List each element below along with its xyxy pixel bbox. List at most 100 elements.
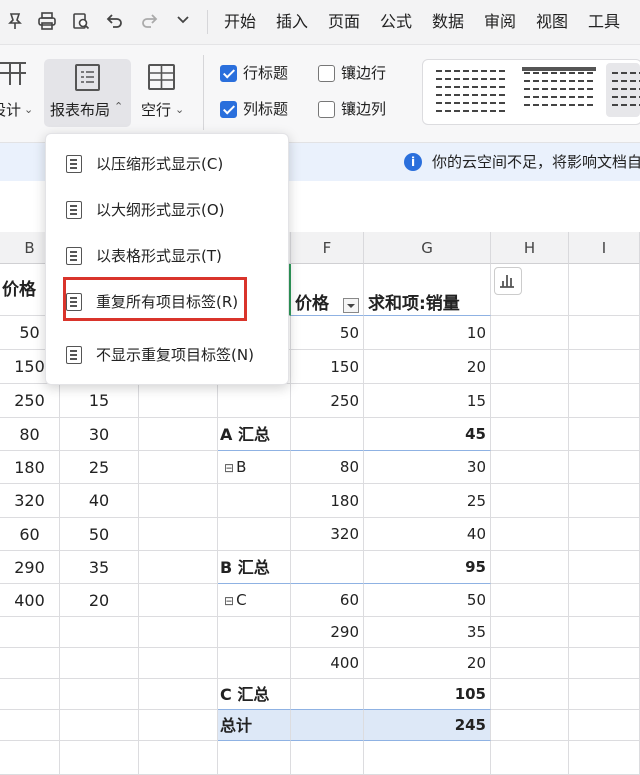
- pivot-price-cell[interactable]: 320: [291, 518, 364, 551]
- pivot-price-cell[interactable]: 50: [291, 316, 364, 350]
- pivot-price-cell[interactable]: 250: [291, 384, 364, 418]
- pivot-label-cell[interactable]: A 汇总: [218, 418, 291, 451]
- pivot-qty-cell[interactable]: 35: [364, 617, 491, 648]
- pivot-header-price[interactable]: 价格: [291, 264, 364, 316]
- chevron-down-icon[interactable]: [172, 11, 194, 33]
- cell[interactable]: [569, 584, 640, 617]
- cell[interactable]: [569, 617, 640, 648]
- pivot-price-cell[interactable]: 180: [291, 484, 364, 518]
- pin-icon[interactable]: [4, 11, 26, 33]
- pivot-label-cell[interactable]: 总计: [218, 710, 291, 741]
- cell[interactable]: [569, 484, 640, 518]
- cell[interactable]: [139, 418, 218, 451]
- left-qty-cell[interactable]: 20: [60, 584, 139, 617]
- left-price-cell[interactable]: 290: [0, 551, 60, 584]
- pivot-qty-cell[interactable]: 45: [364, 418, 491, 451]
- cell[interactable]: [60, 648, 139, 679]
- pivot-qty-cell[interactable]: 105: [364, 679, 491, 710]
- pivot-label-cell[interactable]: ⊟ C: [218, 584, 291, 617]
- cell[interactable]: [218, 741, 291, 775]
- cell[interactable]: [491, 679, 569, 710]
- cell[interactable]: [569, 451, 640, 484]
- menu-tools[interactable]: 工具: [588, 11, 620, 33]
- pivot-label-cell[interactable]: [218, 648, 291, 679]
- pivot-qty-cell[interactable]: 245: [364, 710, 491, 741]
- cell[interactable]: [491, 384, 569, 418]
- pivot-price-cell[interactable]: 80: [291, 451, 364, 484]
- cell[interactable]: [491, 484, 569, 518]
- cell[interactable]: [139, 710, 218, 741]
- filter-dropdown-icon[interactable]: [343, 298, 359, 313]
- menu-item-outline-form[interactable]: 以大纲形式显示(O): [46, 190, 288, 230]
- banded-cols-checkbox[interactable]: [318, 101, 335, 118]
- cell[interactable]: [569, 551, 640, 584]
- cell[interactable]: [139, 551, 218, 584]
- cell[interactable]: [569, 648, 640, 679]
- left-price-cell[interactable]: 80: [0, 418, 60, 451]
- cell[interactable]: [0, 679, 60, 710]
- pivot-price-cell[interactable]: 150: [291, 350, 364, 384]
- column-header-i[interactable]: I: [569, 232, 640, 264]
- pivot-qty-cell[interactable]: 50: [364, 584, 491, 617]
- pivot-price-cell[interactable]: 60: [291, 584, 364, 617]
- pivot-price-cell[interactable]: 290: [291, 617, 364, 648]
- collapse-icon[interactable]: ⊟: [224, 594, 234, 608]
- collapse-icon[interactable]: ⊟: [224, 461, 234, 475]
- cell[interactable]: [0, 648, 60, 679]
- pivot-price-cell[interactable]: [291, 710, 364, 741]
- cell[interactable]: [491, 584, 569, 617]
- menu-review[interactable]: 审阅: [484, 11, 516, 33]
- cell[interactable]: [0, 617, 60, 648]
- design-button[interactable]: 设计: [0, 100, 21, 120]
- pivot-price-cell[interactable]: [291, 551, 364, 584]
- pivot-style-thumb-1[interactable]: [430, 63, 512, 117]
- cell[interactable]: [491, 551, 569, 584]
- left-qty-cell[interactable]: 25: [60, 451, 139, 484]
- menu-item-tabular-form[interactable]: 以表格形式显示(T): [46, 236, 288, 276]
- left-price-cell[interactable]: 60: [0, 518, 60, 551]
- pivot-price-cell[interactable]: [291, 418, 364, 451]
- redo-icon[interactable]: [138, 11, 160, 33]
- pivot-label-cell[interactable]: ⊟ B: [218, 451, 291, 484]
- pivot-qty-cell[interactable]: 30: [364, 451, 491, 484]
- menu-formula[interactable]: 公式: [380, 11, 412, 33]
- pivot-label-cell[interactable]: C 汇总: [218, 679, 291, 710]
- menu-home[interactable]: 开始: [224, 11, 256, 33]
- pivot-qty-cell[interactable]: 25: [364, 484, 491, 518]
- cell[interactable]: [569, 418, 640, 451]
- pivot-label-cell[interactable]: [218, 484, 291, 518]
- left-price-cell[interactable]: 400: [0, 584, 60, 617]
- cell[interactable]: [0, 710, 60, 741]
- cell[interactable]: [139, 584, 218, 617]
- row-headers-checkbox[interactable]: [220, 65, 237, 82]
- cell[interactable]: [364, 741, 491, 775]
- cell[interactable]: [139, 518, 218, 551]
- blank-rows-icon[interactable]: [148, 64, 175, 90]
- cell[interactable]: [291, 741, 364, 775]
- cell[interactable]: [491, 518, 569, 551]
- pivot-chart-icon[interactable]: [494, 267, 522, 295]
- cell[interactable]: [491, 710, 569, 741]
- cell[interactable]: [491, 316, 569, 350]
- menu-item-no-repeat-labels[interactable]: 不显示重复项目标签(N): [46, 335, 288, 375]
- cell[interactable]: [491, 617, 569, 648]
- column-header-f[interactable]: F: [291, 232, 364, 264]
- cell[interactable]: [139, 384, 218, 418]
- cell[interactable]: [60, 741, 139, 775]
- cell[interactable]: [491, 350, 569, 384]
- pivot-price-cell[interactable]: [291, 679, 364, 710]
- menu-insert[interactable]: 插入: [276, 11, 308, 33]
- print-preview-icon[interactable]: [70, 11, 92, 33]
- pivot-qty-cell[interactable]: 10: [364, 316, 491, 350]
- left-qty-cell[interactable]: 30: [60, 418, 139, 451]
- menu-item-compact-form[interactable]: 以压缩形式显示(C): [46, 144, 288, 184]
- cell[interactable]: [569, 518, 640, 551]
- pivot-label-cell[interactable]: B 汇总: [218, 551, 291, 584]
- pivot-header-sum[interactable]: 求和项:销量: [364, 264, 491, 316]
- cell[interactable]: [139, 648, 218, 679]
- cell[interactable]: [139, 741, 218, 775]
- cell[interactable]: [139, 451, 218, 484]
- pivot-label-cell[interactable]: [218, 617, 291, 648]
- left-price-cell[interactable]: 320: [0, 484, 60, 518]
- column-header-h[interactable]: H: [491, 232, 569, 264]
